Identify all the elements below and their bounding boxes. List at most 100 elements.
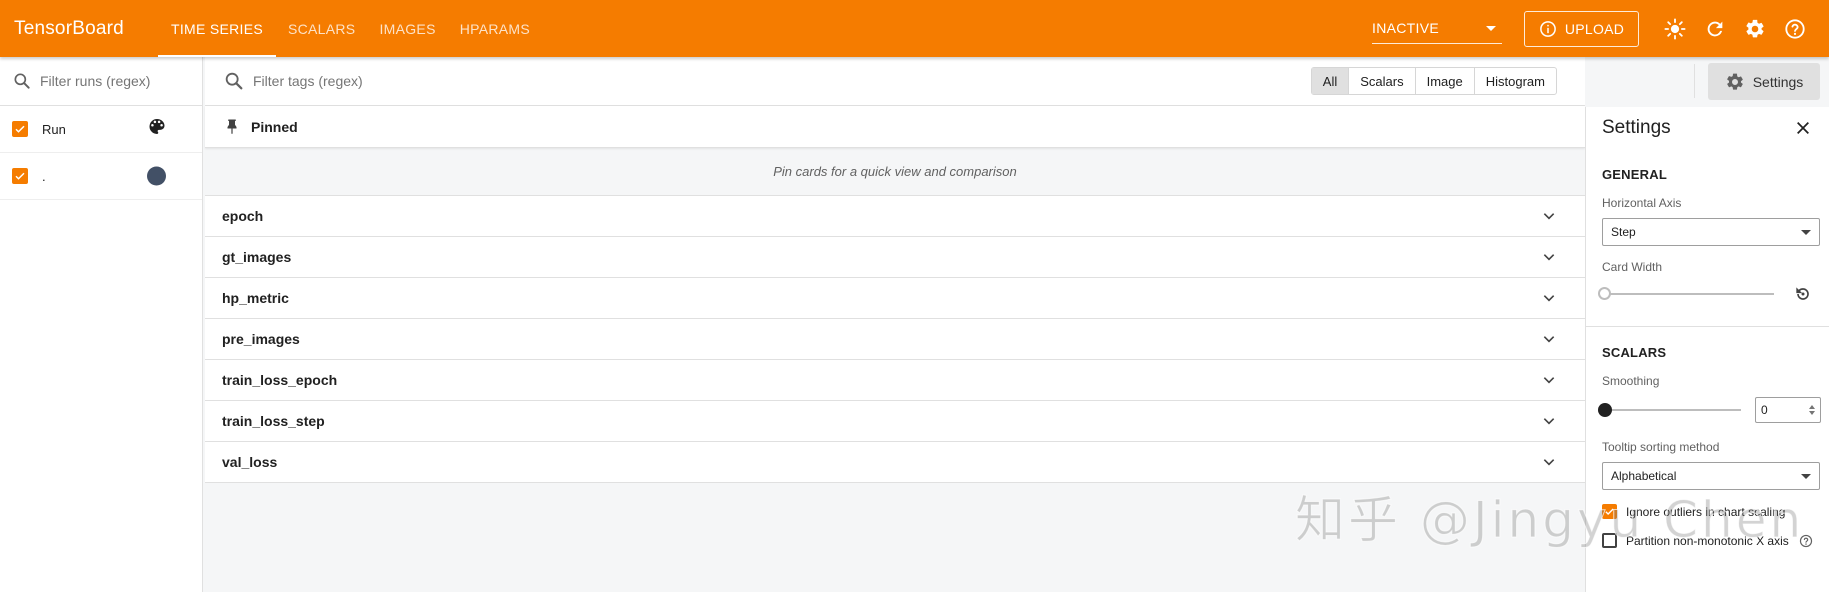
- search-icon: [225, 72, 243, 90]
- chevron-down-icon: [1486, 25, 1496, 31]
- group-gt-images[interactable]: gt_images: [205, 237, 1585, 278]
- chevron-down-icon: [1801, 229, 1811, 235]
- runs-panel: Filter runs (regex) Run .: [0, 57, 203, 592]
- smoothing-input[interactable]: 0: [1755, 397, 1821, 423]
- smoothing-label: Smoothing: [1602, 374, 1660, 388]
- tab-hparams[interactable]: HPARAMS: [448, 0, 542, 57]
- group-pre-images[interactable]: pre_images: [205, 319, 1585, 360]
- checkmark-icon: [1605, 508, 1614, 515]
- reset-icon[interactable]: [1793, 284, 1813, 304]
- info-icon: [1539, 20, 1556, 37]
- smoothing-slider-row: 0: [1598, 397, 1829, 423]
- checkmark-icon: [15, 125, 25, 133]
- run-filter-placeholder: Filter runs (regex): [40, 73, 151, 89]
- checkmark-icon: [15, 172, 25, 180]
- filter-histogram-button[interactable]: Histogram: [1473, 68, 1556, 94]
- settings-panel: Settings GENERAL Horizontal Axis Step Ca…: [1585, 107, 1829, 592]
- plugin-tabs: TIME SERIES SCALARS IMAGES HPARAMS: [158, 0, 542, 57]
- group-label: train_loss_step: [222, 413, 325, 429]
- group-label: hp_metric: [222, 290, 289, 306]
- search-icon: [14, 73, 30, 89]
- settings-toggle-button[interactable]: Settings: [1708, 63, 1820, 100]
- pinned-section-header: Pinned: [205, 106, 1585, 148]
- filter-scalars-button[interactable]: Scalars: [1348, 68, 1414, 94]
- tooltip-sort-value: Alphabetical: [1611, 469, 1677, 483]
- select-all-runs-checkbox[interactable]: [12, 121, 28, 137]
- horizontal-axis-label: Horizontal Axis: [1602, 196, 1682, 210]
- tab-time-series[interactable]: TIME SERIES: [158, 0, 276, 57]
- time-series-main: Filter tags (regex) All Scalars Image Hi…: [205, 57, 1585, 592]
- group-train-loss-epoch[interactable]: train_loss_epoch: [205, 360, 1585, 401]
- refresh-icon[interactable]: [1695, 9, 1735, 49]
- partition-row: Partition non-monotonic X axis: [1602, 533, 1829, 548]
- group-label: epoch: [222, 208, 264, 224]
- horizontal-axis-select[interactable]: Step: [1602, 218, 1820, 246]
- group-val-loss[interactable]: val_loss: [205, 442, 1585, 483]
- tag-filter-input[interactable]: Filter tags (regex): [253, 73, 363, 89]
- ignore-outliers-checkbox[interactable]: [1602, 504, 1617, 519]
- pin-icon: [227, 119, 237, 134]
- chevron-down-icon: [1543, 254, 1555, 261]
- filter-all-button[interactable]: All: [1311, 68, 1349, 94]
- chevron-down-icon: [1543, 418, 1555, 425]
- general-section-title: GENERAL: [1602, 167, 1667, 182]
- chevron-down-icon: [1801, 473, 1811, 479]
- card-type-filter: All Scalars Image Histogram: [1310, 67, 1557, 95]
- settings-gear-icon: [1726, 73, 1743, 90]
- partition-checkbox[interactable]: [1602, 533, 1617, 548]
- brightness-icon[interactable]: [1655, 9, 1695, 49]
- top-app-bar: TensorBoard TIME SERIES SCALARS IMAGES H…: [0, 0, 1829, 57]
- run-color-swatch[interactable]: [147, 166, 166, 186]
- chevron-down-icon: [1543, 459, 1555, 466]
- run-checkbox[interactable]: [12, 168, 28, 184]
- smoothing-value: 0: [1761, 403, 1768, 417]
- chevron-down-icon: [1543, 213, 1555, 220]
- settings-title: Settings: [1602, 117, 1671, 138]
- group-label: val_loss: [222, 454, 278, 470]
- filter-image-button[interactable]: Image: [1414, 68, 1474, 94]
- group-label: gt_images: [222, 249, 292, 265]
- runs-header-row: Run: [0, 106, 202, 153]
- chevron-down-icon: [1543, 295, 1555, 302]
- pinned-empty-message: Pin cards for a quick view and compariso…: [205, 148, 1585, 196]
- chevron-down-icon: [1543, 336, 1555, 343]
- smoothing-slider-thumb[interactable]: [1598, 403, 1612, 417]
- card-width-slider-row: [1598, 284, 1829, 304]
- close-icon[interactable]: [1795, 120, 1811, 136]
- settings-header: Settings: [1602, 107, 1829, 149]
- run-name: .: [42, 168, 46, 184]
- scalars-section-title: SCALARS: [1602, 345, 1667, 360]
- settings-divider: [1586, 326, 1829, 327]
- toolbar-divider: [1694, 64, 1695, 98]
- settings-button-label: Settings: [1752, 73, 1804, 90]
- spinner-icon[interactable]: [1809, 405, 1815, 415]
- upload-button[interactable]: UPLOAD: [1524, 10, 1639, 47]
- group-train-loss-step[interactable]: train_loss_step: [205, 401, 1585, 442]
- chevron-down-icon: [1543, 377, 1555, 384]
- group-epoch[interactable]: epoch: [205, 196, 1585, 237]
- group-label: train_loss_epoch: [222, 372, 338, 388]
- help-icon[interactable]: [1775, 9, 1815, 49]
- settings-gear-icon[interactable]: [1735, 9, 1775, 49]
- tag-filter-bar: Filter tags (regex) All Scalars Image Hi…: [205, 57, 1585, 106]
- tab-images[interactable]: IMAGES: [367, 0, 447, 57]
- tooltip-sort-select[interactable]: Alphabetical: [1602, 462, 1820, 490]
- app-title[interactable]: TensorBoard: [0, 18, 158, 40]
- palette-icon[interactable]: [147, 117, 167, 142]
- help-icon[interactable]: [1799, 534, 1813, 548]
- smoothing-slider[interactable]: [1602, 409, 1741, 411]
- tab-scalars[interactable]: SCALARS: [276, 0, 367, 57]
- inactive-select-label: INACTIVE: [1372, 20, 1439, 36]
- ignore-outliers-row: Ignore outliers in chart scaling: [1602, 504, 1829, 519]
- partition-label: Partition non-monotonic X axis: [1626, 533, 1789, 548]
- run-filter[interactable]: Filter runs (regex): [0, 57, 202, 106]
- card-groups: Pinned Pin cards for a quick view and co…: [205, 106, 1585, 483]
- tooltip-sort-label: Tooltip sorting method: [1602, 440, 1720, 454]
- card-width-slider-thumb[interactable]: [1598, 287, 1611, 300]
- card-width-slider[interactable]: [1602, 293, 1774, 295]
- horizontal-axis-value: Step: [1611, 225, 1636, 239]
- inactive-plugins-select[interactable]: INACTIVE: [1372, 14, 1502, 44]
- ignore-outliers-label: Ignore outliers in chart scaling: [1626, 504, 1786, 519]
- group-hp-metric[interactable]: hp_metric: [205, 278, 1585, 319]
- group-label: pre_images: [222, 331, 300, 347]
